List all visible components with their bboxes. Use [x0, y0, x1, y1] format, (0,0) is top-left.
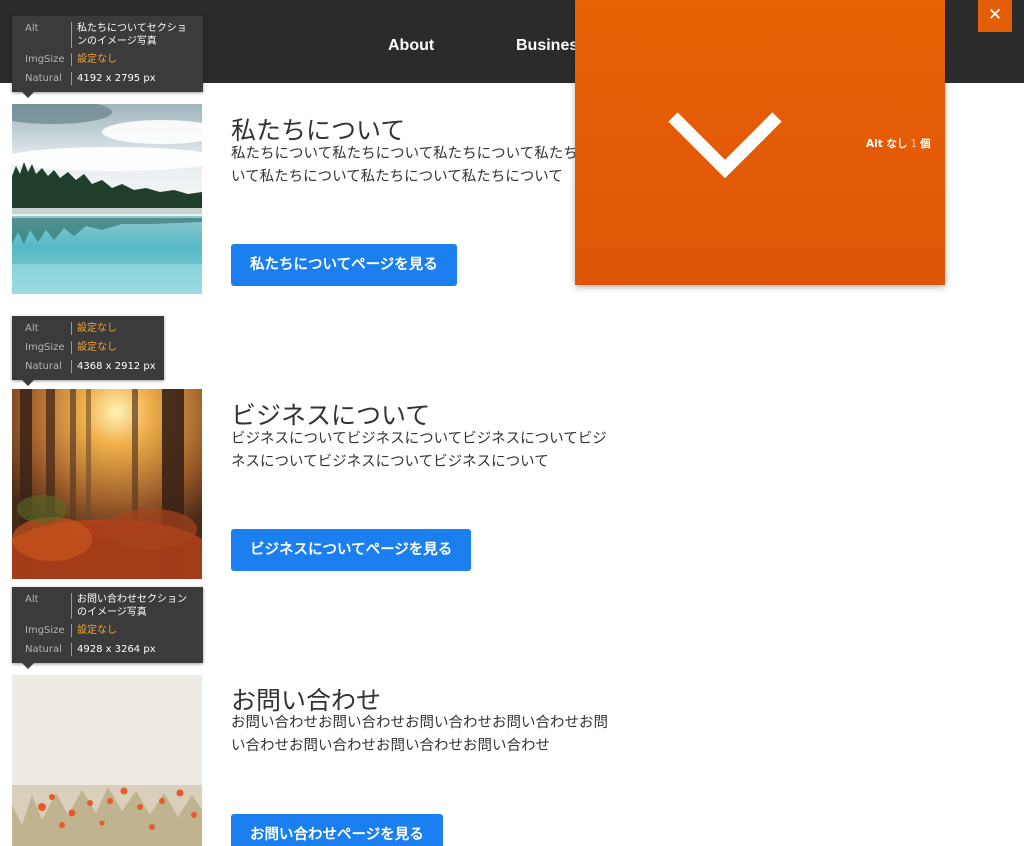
imgsize-value: 設定なし: [71, 341, 117, 354]
section-description: ビジネスについてビジネスについてビジネスについてビジネスについてビジネスについて…: [231, 431, 607, 470]
about-page-button[interactable]: 私たちについてページを見る: [231, 244, 457, 286]
imgsize-label: ImgSize: [25, 625, 65, 636]
imgsize-row: ImgSize 設定なし: [25, 341, 156, 355]
about-section-image: [12, 104, 202, 294]
natural-label: Natural: [25, 73, 62, 84]
natural-size-row: Natural 4368 x 2912 px: [25, 360, 156, 374]
missing-alt-suffix: 個: [920, 138, 931, 150]
section-title: ビジネスについて: [231, 401, 431, 430]
natural-size-row: Natural 4192 x 2795 px: [25, 72, 195, 86]
missing-alt-prefix: Alt なし: [866, 138, 908, 150]
alt-value: 私たちについてセクションのイメージ写真: [71, 22, 195, 48]
alt-label: Alt: [25, 23, 39, 34]
alt-row: Alt 私たちについてセクションのイメージ写真: [25, 22, 195, 48]
image-info-tooltip: Alt 私たちについてセクションのイメージ写真 ImgSize 設定なし Nat…: [12, 16, 203, 98]
close-icon[interactable]: ✕: [978, 0, 1012, 32]
lake-forest-photo: [12, 104, 202, 294]
contact-section-image: [12, 675, 202, 846]
natural-value: 4192 x 2795 px: [71, 72, 156, 85]
section-description: 私たちについて私たちについて私たちについて私たちについて私たちについて私たちにつ…: [231, 146, 607, 185]
imgsize-label: ImgSize: [25, 54, 65, 65]
natural-value: 4928 x 3264 px: [71, 643, 156, 656]
autumn-forest-photo: [12, 389, 202, 579]
natural-size-row: Natural 4928 x 3264 px: [25, 643, 195, 657]
alt-row: Alt 設定なし: [25, 322, 156, 336]
natural-label: Natural: [25, 361, 62, 372]
natural-label: Natural: [25, 644, 62, 655]
alt-value: お問い合わせセクションのイメージ写真: [71, 593, 195, 619]
business-page-button[interactable]: ビジネスについてページを見る: [231, 529, 472, 571]
imgsize-row: ImgSize 設定なし: [25, 53, 195, 67]
image-info-tooltip: Alt お問い合わせセクションのイメージ写真 ImgSize 設定なし Natu…: [12, 587, 203, 669]
missing-alt-number: 1: [910, 138, 918, 150]
contact-page-button[interactable]: お問い合わせページを見る: [231, 814, 443, 846]
imgsize-label: ImgSize: [25, 342, 65, 353]
alt-label: Alt: [25, 594, 39, 605]
alt-label: Alt: [25, 323, 39, 334]
nav-link-about[interactable]: About: [388, 37, 434, 55]
missing-alt-count: Alt なし 1 個: [866, 136, 931, 151]
chevron-down-icon[interactable]: [665, 109, 785, 179]
section-description: お問い合わせお問い合わせお問い合わせお問い合わせお問い合わせお問い合わせお問い合…: [231, 715, 608, 754]
business-section-image: [12, 389, 202, 579]
section-title: 私たちについて: [231, 116, 406, 145]
alt-value: 設定なし: [71, 322, 117, 335]
poppy-field-photo: [12, 675, 202, 846]
image-info-tooltip: Alt 設定なし ImgSize 設定なし Natural 4368 x 291…: [12, 316, 164, 386]
imgsize-value: 設定なし: [71, 624, 117, 637]
imgsize-value: 設定なし: [71, 53, 117, 66]
alt-checker-panel: Alt なし 1 個: [575, 0, 945, 285]
natural-value: 4368 x 2912 px: [71, 360, 156, 373]
alt-row: Alt お問い合わせセクションのイメージ写真: [25, 593, 195, 619]
imgsize-row: ImgSize 設定なし: [25, 624, 195, 638]
